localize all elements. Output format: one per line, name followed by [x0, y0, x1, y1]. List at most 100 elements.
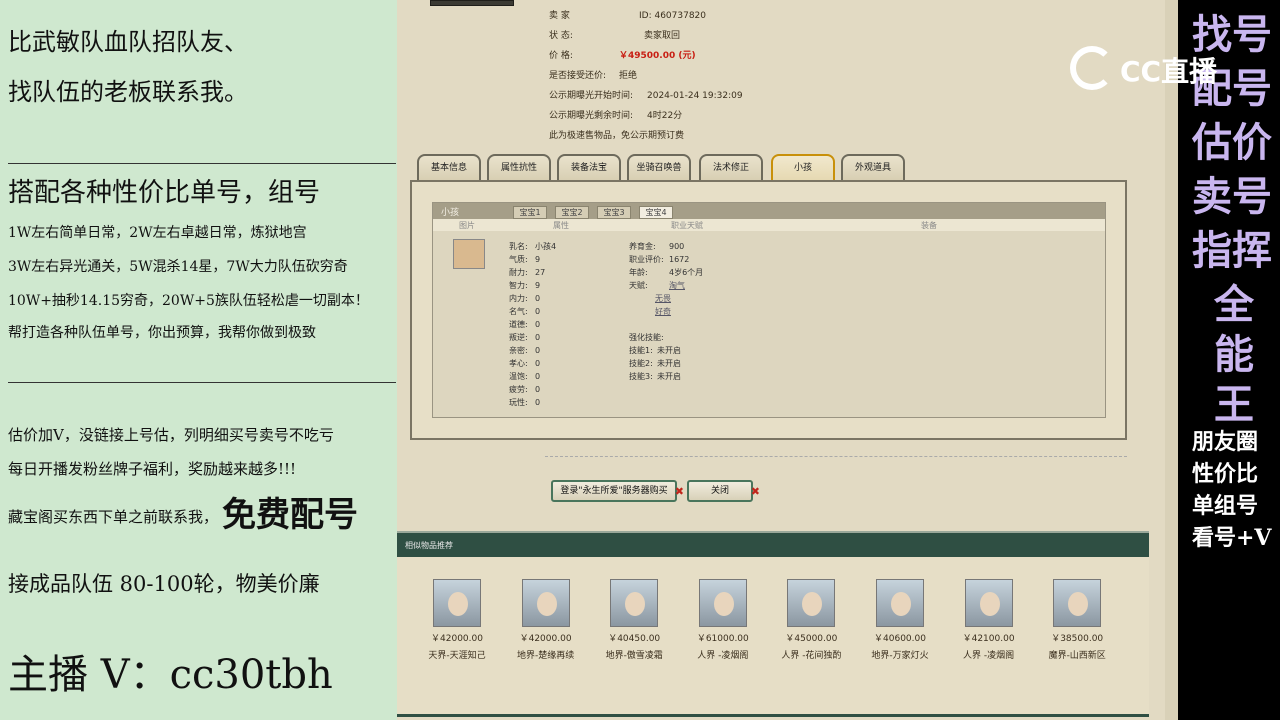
recommend-item[interactable]: ￥42000.00 地界-楚缘再续: [510, 579, 582, 661]
banner-text: 估价: [1192, 119, 1272, 166]
banner-line: 朋友圈: [1192, 429, 1259, 455]
recommend-server: 人界 -凌烟阁: [963, 651, 1015, 661]
recommend-title: 相似物品推荐: [405, 541, 453, 550]
counter-offer-row: 是否接受还价: 拒绝: [549, 71, 638, 81]
promo-line: 藏宝阁买东西下单之前联系我，: [8, 508, 219, 526]
attr-row: 智力: 9: [509, 280, 540, 291]
attr-row: 道德: 0: [509, 319, 540, 330]
recommend-item[interactable]: ￥38500.00 魔界-山西新区: [1041, 579, 1113, 661]
tab-attributes[interactable]: 属性抗性: [487, 154, 551, 180]
talent-label: 职业评价:: [629, 255, 664, 264]
character-avatar: [876, 579, 924, 627]
close-mark-icon: ✖: [674, 485, 684, 498]
logo-ring-icon: [1070, 46, 1114, 90]
talent-label: 天赋:: [629, 281, 648, 290]
recommend-price: ￥45000.00: [785, 634, 838, 644]
banner-text: 卖号: [1192, 173, 1272, 220]
item-thumbnail: [430, 0, 514, 6]
talent-row: 年龄: 4岁6个月: [629, 267, 703, 278]
subtab-baby-4[interactable]: 宝宝4: [639, 206, 673, 219]
tab-spell-mod[interactable]: 法术修正: [699, 154, 763, 180]
attr-label: 孝心:: [509, 359, 528, 368]
recommend-item[interactable]: ￥42000.00 天界-天涯知己: [421, 579, 493, 661]
attr-value: 0: [535, 372, 541, 381]
attr-row: 玩性: 0: [509, 397, 540, 408]
recommend-price: ￥38500.00: [1051, 634, 1104, 644]
talent-row: 天赋: 淘气: [629, 280, 685, 291]
attr-row: 亲密: 0: [509, 345, 540, 356]
window-edge: [1165, 0, 1178, 720]
recommend-price: ￥61000.00: [696, 634, 749, 644]
divider: [545, 456, 1127, 457]
promo-line: 接成品队伍 80-100轮，物美价廉: [8, 572, 320, 596]
skill-value: 未开启: [657, 372, 681, 381]
attr-row: 乳名: 小孩4: [509, 241, 556, 252]
attr-row: 内力: 0: [509, 293, 540, 304]
publicity-start-row: 公示期曝光开始时间: 2024-01-24 19:32:09: [549, 91, 743, 101]
attr-row: 叛逆: 0: [509, 332, 540, 343]
tab-equipment[interactable]: 装备法宝: [557, 154, 621, 180]
character-avatar: [787, 579, 836, 627]
cc-live-logo: CC直播: [1070, 44, 1250, 90]
attr-label: 亲密:: [509, 346, 528, 355]
recommend-item[interactable]: ￥40450.00 地界-傲雪凌霜: [598, 579, 670, 661]
promo-line: 比武敏队血队招队友、: [8, 28, 248, 56]
recommend-item[interactable]: ￥45000.00 人界 -花间独酌: [775, 579, 847, 661]
recommend-header: 相似物品推荐: [397, 531, 1149, 557]
banner-line: 性价比: [1192, 461, 1259, 487]
character-avatar: [521, 579, 570, 627]
streamer-contact: 主播 V：cc30tbh: [8, 652, 333, 698]
skill-label: 技能3:: [629, 372, 653, 381]
tab-mounts[interactable]: 坐骑召唤兽: [627, 154, 691, 180]
tab-basic-info[interactable]: 基本信息: [417, 154, 481, 180]
recommend-server: 地界-傲雪凌霜: [605, 651, 663, 661]
attr-row: 孝心: 0: [509, 358, 540, 369]
recommend-item[interactable]: ￥42100.00 人界 -凌烟阁: [953, 579, 1025, 661]
subtab-baby-3[interactable]: 宝宝3: [597, 206, 631, 219]
attr-label: 温饱:: [509, 372, 528, 381]
attr-value: 0: [535, 333, 541, 342]
character-avatar: [1053, 579, 1102, 627]
skill-row: 技能3: 未开启: [629, 371, 681, 382]
attr-label: 耐力:: [509, 268, 528, 277]
skill-row: 技能2: 未开启: [629, 358, 681, 369]
attr-value: 0: [535, 385, 541, 394]
attr-value: 9: [535, 281, 541, 290]
character-avatar: [610, 579, 659, 627]
recommend-price: ￥40450.00: [608, 634, 661, 644]
talent-row: 养育金: 900: [629, 241, 684, 252]
child-subpanel-header: 小孩 宝宝1 宝宝2 宝宝3 宝宝4: [433, 203, 1105, 219]
promo-heading: 搭配各种性价比单号，组号: [8, 178, 321, 208]
attr-label: 气质:: [509, 255, 528, 264]
attr-label: 道德:: [509, 320, 528, 329]
skill-value: 未开启: [657, 346, 681, 355]
buy-on-server-button[interactable]: 登录"永生所爱"服务器购买 ✖: [551, 480, 684, 502]
tab-appearance[interactable]: 外观道具: [841, 154, 905, 180]
recommend-price: ￥42100.00: [962, 634, 1015, 644]
child-avatar: [453, 239, 485, 269]
talent-value[interactable]: 淘气: [669, 281, 685, 290]
talent-link[interactable]: 好奇: [655, 306, 671, 317]
recommend-server: 魔界-山西新区: [1048, 651, 1106, 661]
talent-link[interactable]: 无畏: [655, 293, 671, 304]
attr-row: 气质: 9: [509, 254, 540, 265]
attr-row: 疲劳: 0: [509, 384, 540, 395]
attr-value: 27: [535, 268, 546, 277]
tab-child[interactable]: 小孩: [771, 154, 835, 180]
skill-value: 未开启: [657, 359, 681, 368]
close-button[interactable]: 关闭 ✖: [687, 480, 760, 502]
talent-value: 1672: [669, 255, 690, 264]
recommend-server: 地界-楚缘再续: [516, 651, 575, 661]
col-image: 图片: [459, 221, 475, 230]
subtab-baby-1[interactable]: 宝宝1: [513, 206, 547, 219]
child-panel: 小孩 宝宝1 宝宝2 宝宝3 宝宝4 图片 属性 职业天赋 装备 乳名: 小孩4 气…: [410, 180, 1127, 440]
subtab-baby-2[interactable]: 宝宝2: [555, 206, 589, 219]
recommend-item[interactable]: ￥61000.00 人界 -凌烟阁: [687, 579, 759, 661]
talent-value: 900: [669, 242, 685, 251]
status-row: 状 态: 卖家取回: [549, 31, 681, 41]
attr-label: 智力:: [509, 281, 528, 290]
promo-line: 帮打造各种队伍单号，你出预算，我帮你做到极致: [8, 325, 316, 341]
recommend-item[interactable]: ￥40600.00 地界-万家灯火: [864, 579, 936, 661]
recommend-price: ￥42000.00: [431, 634, 483, 644]
promo-panel: 比武敏队血队招队友、 找队伍的老板联系我。 搭配各种性价比单号，组号 1W左右简…: [0, 0, 397, 720]
